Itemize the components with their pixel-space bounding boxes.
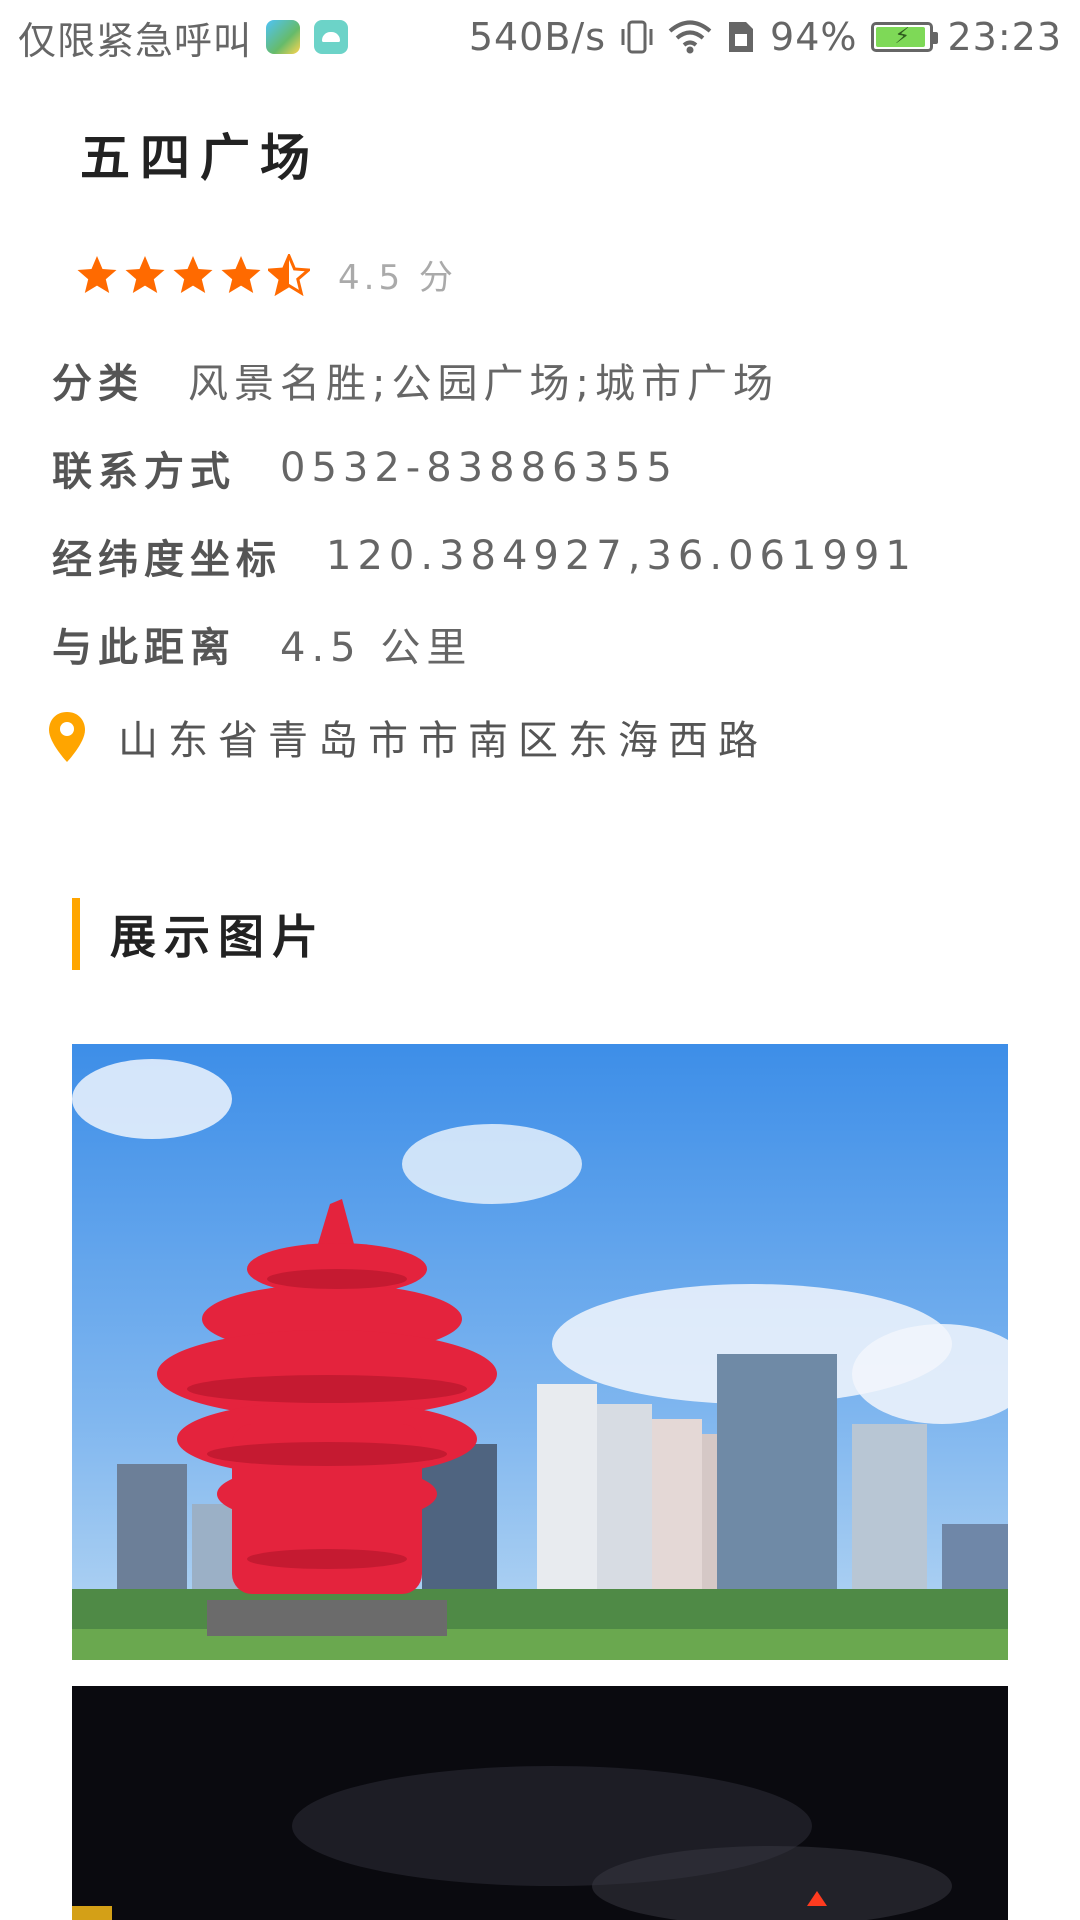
charging-bolt-icon: ⚡ [894,24,911,49]
page-title: 五四广场 [80,129,320,187]
status-left: 仅限紧急呼叫 [18,10,349,65]
status-bar: 仅限紧急呼叫 540B/s 94% ⚡ 23:23 [0,0,1080,74]
gallery-title: 展示图片 [110,910,326,964]
location-pin-icon [49,712,85,762]
battery-icon: ⚡ [871,22,939,52]
status-right: 540B/s 94% ⚡ 23:23 [469,15,1062,59]
map-app-icon [266,20,301,54]
category-value: 风景名胜;公园广场;城市广场 [188,361,779,407]
star-full-icon [125,255,165,293]
gallery-photo-2[interactable] [72,1686,1008,1920]
coords-label: 经纬度坐标 [52,537,282,583]
star-half-icon [268,253,310,296]
info-row-contact: 联系方式 0532-83886355 [52,424,1032,512]
battery-percent: 94% [770,15,858,59]
info-list: 分类 风景名胜;公园广场;城市广场 联系方式 0532-83886355 经纬度… [52,336,1032,688]
rating: 4.5 分 [76,250,457,299]
category-label: 分类 [52,361,144,407]
address-text: 山东省青岛市市南区东海西路 [118,718,768,764]
sim-icon [729,22,754,52]
address-row[interactable]: 山东省青岛市市南区东海西路 [46,708,768,766]
star-full-icon [221,255,261,293]
coords-value: 120.384927,36.061991 [326,533,917,579]
rating-text: 4.5 分 [338,258,457,298]
carrier-text: 仅限紧急呼叫 [18,18,253,63]
gallery-photo-1[interactable] [72,1044,1008,1660]
star-full-icon [77,255,117,293]
wifi-icon [668,20,712,54]
android-app-icon [314,20,349,54]
info-row-category: 分类 风景名胜;公园广场;城市广场 [52,336,1032,424]
contact-label: 联系方式 [52,449,236,495]
distance-label: 与此距离 [52,625,236,671]
info-row-distance: 与此距离 4.5 公里 [52,600,1032,688]
info-row-coords: 经纬度坐标 120.384927,36.061991 [52,512,1032,600]
gallery-header: 展示图片 [72,898,326,970]
section-accent-bar [72,898,80,970]
distance-value: 4.5 公里 [280,625,473,671]
contact-value[interactable]: 0532-83886355 [280,445,678,491]
rating-stars [76,253,310,296]
net-speed: 540B/s [468,15,607,59]
clock: 23:23 [947,15,1062,59]
vibrate-icon [621,20,653,54]
star-full-icon [173,255,213,293]
